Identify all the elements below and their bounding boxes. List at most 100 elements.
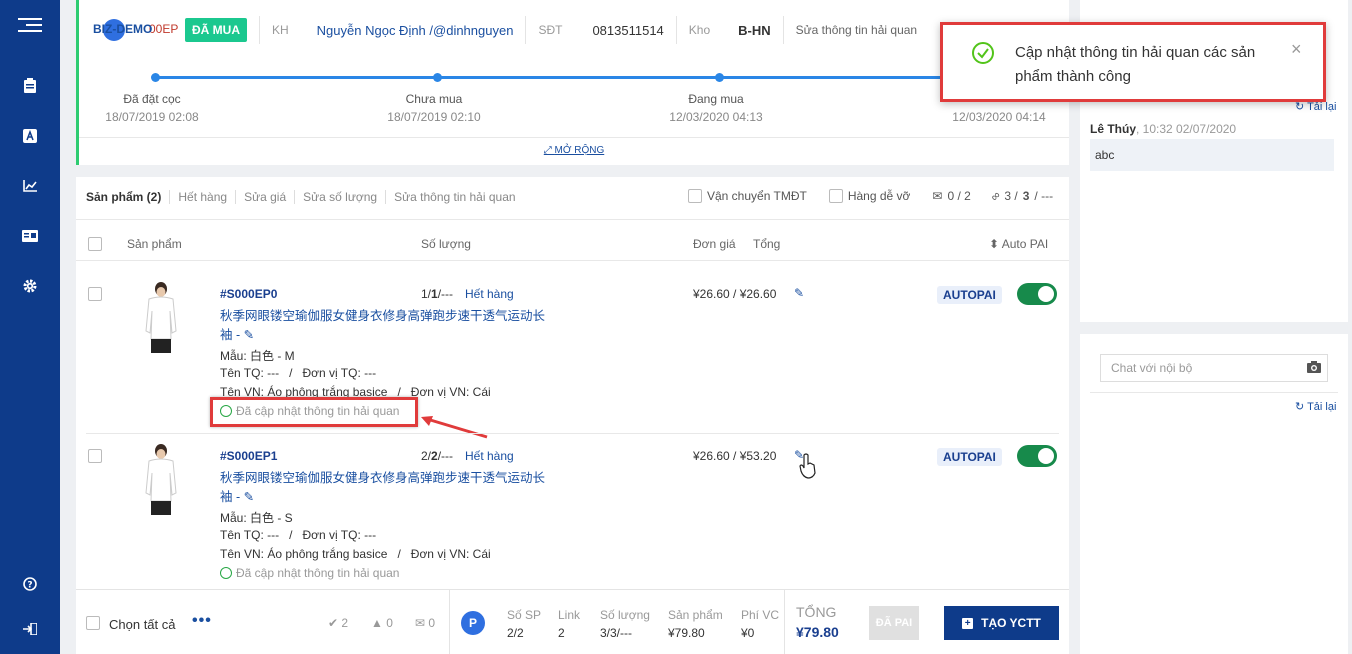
product-name-link[interactable]: 秋季网眼镂空瑜伽服女健身衣修身高弹跑步速干透气运动长袖 - ✎: [220, 307, 545, 345]
tmdt-checkbox[interactable]: [688, 189, 702, 203]
qty-value: 1/1/---: [421, 287, 454, 301]
hand-cursor-icon: [799, 453, 816, 479]
sku-code[interactable]: #S000EP0: [220, 287, 277, 301]
tab-out-of-stock[interactable]: Hết hàng: [170, 190, 237, 204]
mail-icon: ✉: [932, 189, 943, 203]
timeline-label: Đã đặt cọc: [123, 92, 181, 106]
tmdt-label: Vận chuyển TMĐT: [707, 189, 807, 203]
arrow-annotation: [421, 416, 488, 439]
tab-products[interactable]: Sản phẩm (2): [86, 190, 171, 204]
internal-chat-panel: Chat với nội bộ ↻ Tải lại: [1080, 334, 1348, 654]
link-count-c: / ---: [1034, 189, 1054, 203]
ok-count: ✔ 2: [328, 616, 349, 630]
create-request-button[interactable]: + TẠO YCTT: [944, 606, 1059, 640]
pencil-icon[interactable]: ✎: [794, 286, 804, 300]
warehouse-value: B-HN: [738, 22, 771, 38]
user-avatar: P: [461, 611, 485, 635]
stat-shipping: Phí VC ¥0: [741, 608, 780, 640]
row-checkbox[interactable]: [88, 287, 102, 301]
help-icon[interactable]: ?: [22, 576, 38, 592]
col-total: Tổng: [753, 237, 781, 251]
gear-icon[interactable]: [22, 278, 38, 294]
timeline-date: 18/07/2019 02:08: [105, 110, 199, 124]
more-icon[interactable]: •••: [192, 612, 212, 630]
stock-status[interactable]: Hết hàng: [465, 449, 514, 463]
mail-footer-count: ✉ 0: [415, 616, 436, 630]
svg-text:?: ?: [27, 581, 32, 591]
card-icon[interactable]: [22, 228, 38, 244]
col-product: Sản phẩm: [127, 237, 182, 251]
success-toast: Cập nhật thông tin hải quan các sản phẩm …: [940, 22, 1326, 102]
fragile-checkbox[interactable]: [828, 189, 843, 203]
close-icon[interactable]: ×: [1291, 39, 1302, 60]
comment-bubble: abc: [1090, 139, 1334, 171]
tab-edit-price[interactable]: Sửa giá: [236, 190, 296, 204]
fragile-label: Hàng dễ vỡ: [847, 189, 911, 203]
timeline-date: 12/03/2020 04:14: [952, 110, 1046, 124]
edit-customs-link[interactable]: Sửa thông tin hải quan: [796, 23, 917, 37]
stat-qty: Số lượng 3/3/---: [600, 608, 650, 640]
autopai-toggle[interactable]: [1017, 283, 1057, 305]
price-total: ¥26.60 / ¥53.20: [693, 449, 777, 463]
customer-link[interactable]: Nguyễn Ngọc Định /@dinhnguyen: [317, 23, 514, 38]
stat-sp: Số SP 2/2: [507, 608, 542, 640]
stock-status[interactable]: Hết hàng: [465, 287, 514, 301]
autopai-badge: AUTOPAI: [937, 448, 1002, 466]
timeline-dot: [433, 73, 442, 82]
product-image[interactable]: [134, 281, 188, 361]
product-name-link[interactable]: 秋季网眼镂空瑜伽服女健身衣修身高弹跑步速干透气运动长袖 - ✎: [220, 469, 545, 507]
logout-icon[interactable]: [22, 621, 38, 637]
customer-label: KH: [272, 23, 289, 37]
select-all-header-checkbox[interactable]: [88, 237, 102, 251]
paid-button[interactable]: ĐÃ PAI: [869, 606, 919, 640]
product-image[interactable]: [134, 443, 188, 523]
link-count-b: 3: [1022, 189, 1030, 203]
sku-code[interactable]: #S000EP1: [220, 449, 277, 463]
variant: Mẫu: 白色 - S: [220, 511, 293, 525]
order-code[interactable]: 00EP BIZ-DEMO: [93, 22, 185, 38]
variant: Mẫu: 白色 - M: [220, 349, 295, 363]
chat-input[interactable]: Chat với nội bộ: [1100, 354, 1328, 382]
product-tabs: Sản phẩm (2) Hết hàng Sửa giá Sửa số lượ…: [86, 190, 524, 204]
select-all-checkbox[interactable]: [86, 616, 100, 630]
translate-icon[interactable]: [22, 128, 38, 144]
select-all-label: Chọn tất cả: [109, 617, 176, 632]
col-auto-pai[interactable]: ⬍ Auto PAI: [989, 237, 1048, 251]
cn-name: Tên TQ: --- / Đơn vị TQ: ---: [220, 366, 377, 380]
timeline-label: Chưa mua: [405, 92, 463, 106]
order-footer: Chọn tất cả ••• ✔ 2 ▲ 0 ✉ 0 P Số SP 2/2 L…: [76, 589, 1069, 654]
timeline-date: 12/03/2020 04:13: [669, 110, 763, 124]
highlight-box: [210, 397, 418, 427]
autopai-badge: AUTOPAI: [937, 286, 1002, 304]
row-checkbox[interactable]: [88, 449, 102, 463]
status-badge: ĐÃ MUA: [185, 18, 247, 42]
stat-products: Sản phẩm ¥79.80: [668, 608, 723, 640]
col-qty: Số lượng: [421, 237, 471, 251]
chart-icon[interactable]: [22, 178, 38, 194]
warehouse-label: Kho: [688, 23, 711, 37]
check-circle-icon: [220, 567, 232, 579]
phone-label: SĐT: [538, 23, 563, 37]
plus-square-icon: +: [962, 617, 974, 629]
expand-link[interactable]: ⤢ MỞ RỘNG: [79, 137, 1069, 156]
clipboard-icon[interactable]: [22, 78, 38, 94]
reload-link[interactable]: ↻ Tải lại: [1295, 400, 1336, 413]
products-panel: Sản phẩm (2) Hết hàng Sửa giá Sửa số lượ…: [76, 177, 1069, 654]
order-total: TỔNG ¥79.80: [796, 604, 839, 640]
phone-value: 0813511514: [592, 22, 664, 38]
timeline-dot: [151, 73, 160, 82]
autopai-toggle[interactable]: [1017, 445, 1057, 467]
col-price: Đơn giá: [693, 237, 736, 251]
link-icon: ∞: [987, 188, 1004, 204]
camera-icon[interactable]: [1307, 361, 1321, 376]
toast-message: Cập nhật thông tin hải quan các sản phẩm …: [1015, 44, 1256, 85]
pencil-icon[interactable]: ✎: [244, 328, 254, 342]
menu-icon[interactable]: [18, 14, 42, 34]
tab-edit-qty[interactable]: Sửa số lượng: [295, 190, 387, 204]
mail-count: 0 / 2: [947, 189, 971, 203]
price-total: ¥26.60 / ¥26.60: [693, 287, 777, 301]
pencil-icon[interactable]: ✎: [244, 490, 254, 504]
timeline-dot: [715, 73, 724, 82]
tab-edit-customs[interactable]: Sửa thông tin hải quan: [386, 190, 523, 204]
cn-name: Tên TQ: --- / Đơn vị TQ: ---: [220, 528, 377, 542]
